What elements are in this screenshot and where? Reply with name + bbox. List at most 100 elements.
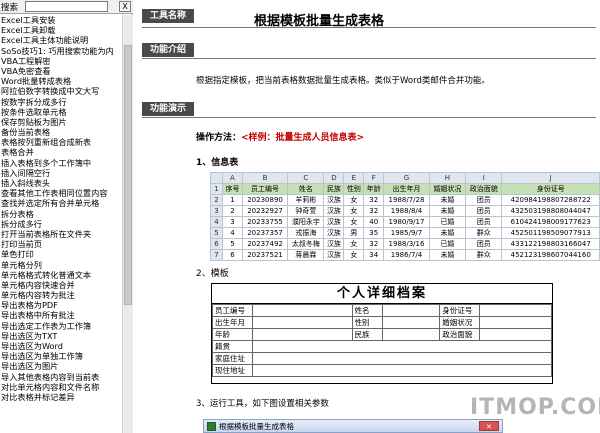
sidebar-item[interactable]: 拆分表格 <box>0 209 122 219</box>
form-label: 年龄 <box>212 328 253 341</box>
sidebar-item[interactable]: 阿拉伯数字转换成中文大写 <box>0 86 122 96</box>
table-cell: 女 <box>343 215 365 228</box>
sidebar-item[interactable]: 导出选区为Word <box>0 341 122 351</box>
excel-icon <box>207 422 216 431</box>
sidebar-item[interactable]: 打印当前页 <box>0 239 122 249</box>
sidebar-item[interactable]: 单元格格式转化普通文本 <box>0 270 122 280</box>
sidebar-item[interactable]: Word批量转成表格 <box>0 76 122 86</box>
table-cell: 团员 <box>465 237 503 250</box>
sidebar-item[interactable]: 导出选定工作表为工作簿 <box>0 321 122 331</box>
sidebar-item[interactable]: 单元格内容快速合并 <box>0 280 122 290</box>
info-spreadsheet: A B C D E F G H I J 1 序号 员工编号 姓名 民族 性别 年龄 出生年月 婚姻状况 政治面貌 身份证… <box>210 172 600 261</box>
sidebar-item[interactable]: 导出选区为图片 <box>0 361 122 371</box>
sidebar-item[interactable]: 导出表格中所有批注 <box>0 310 122 320</box>
clear-search-button[interactable]: X <box>119 1 131 12</box>
divider <box>142 27 596 28</box>
table-cell: 32 <box>363 193 385 206</box>
sidebar-item[interactable]: VBA免密查看 <box>0 66 122 76</box>
sidebar-item[interactable]: Excel工具卸载 <box>0 25 122 35</box>
row-number: 4 <box>210 215 223 228</box>
table-cell: 40 <box>363 215 385 228</box>
table-cell: 汉族 <box>323 248 345 261</box>
table-row: 2 1 20230890 羊莉彬 汉族女 32 1988/7/28 未婚 团员 420984198… <box>210 193 600 206</box>
sidebar-item[interactable]: SoSo技巧1: 巧用搜索功能为内 <box>0 46 122 56</box>
column-letter: E <box>343 172 365 184</box>
divider <box>142 117 596 118</box>
table-cell: 汉族 <box>323 204 345 217</box>
sidebar-item[interactable]: 按数字拆分成多行 <box>0 97 122 107</box>
table-cell: 汉族 <box>323 237 345 250</box>
table-cell: 戎振海 <box>287 226 325 239</box>
dialog-title: 根据模板批量生成表格 <box>219 422 294 431</box>
table-cell: 452501198509077913 <box>501 226 600 239</box>
table-cell: 汉族 <box>323 193 345 206</box>
column-letter: J <box>501 172 600 184</box>
form-label: 婚姻状况 <box>439 316 481 329</box>
sidebar-item[interactable]: 表格合并 <box>0 147 122 157</box>
sidebar-item[interactable]: VBA工程解密 <box>0 56 122 66</box>
sidebar-item[interactable]: 单色打印 <box>0 249 122 259</box>
form-cell <box>251 304 353 317</box>
search-input[interactable] <box>25 1 108 12</box>
column-header: 婚姻状况 <box>428 182 467 195</box>
table-cell: 汉族 <box>323 226 345 239</box>
sidebar-item[interactable]: 导出选区为单独工作簿 <box>0 351 122 361</box>
table-cell: 女 <box>343 204 365 217</box>
column-letter: H <box>428 172 467 184</box>
table-cell: 未婚 <box>428 193 467 206</box>
form-cell <box>381 316 441 329</box>
template-form: 个人详细档案 员工编号 姓名 身份证号 出生年月 性别 婚姻状况 年龄 民族 政… <box>211 283 553 384</box>
sidebar-scrollbar[interactable] <box>122 15 133 433</box>
form-cell <box>381 304 441 317</box>
row-number: 3 <box>210 204 223 217</box>
sidebar-item[interactable]: 查找并选定所有合并单元格 <box>0 198 122 208</box>
table-cell: 女 <box>343 237 365 250</box>
column-header-row: ABCDEFGHIJ <box>210 172 600 184</box>
sidebar-item[interactable]: Excel工具安装 <box>0 15 122 25</box>
table-cell: 男 <box>343 226 365 239</box>
sidebar-item[interactable]: 按条件选取单元格 <box>0 107 122 117</box>
table-cell: 2 <box>222 204 243 217</box>
sidebar-item[interactable]: 插入表格到多个工作簿中 <box>0 158 122 168</box>
sidebar-item[interactable]: 保存剪贴板为图片 <box>0 117 122 127</box>
sidebar-item[interactable]: 单元格内容转为批注 <box>0 290 122 300</box>
row-number: 2 <box>210 193 223 206</box>
table-row: 5 4 20237357 戎振海 汉族男 35 1985/9/7 未婚 群众 4525011985… <box>210 226 600 239</box>
row-number: 6 <box>210 237 223 250</box>
column-header: 民族 <box>323 182 345 195</box>
column-letter: A <box>222 172 243 184</box>
column-header: 年龄 <box>363 182 385 195</box>
sidebar-item[interactable]: 导出选区为TXT <box>0 331 122 341</box>
sidebar-item[interactable]: 对比单元格内容和文件名称 <box>0 382 122 392</box>
sidebar-item[interactable]: 备份当前表格 <box>0 127 122 137</box>
sidebar-item[interactable]: 导出表格为PDF <box>0 300 122 310</box>
scrollbar-thumb[interactable] <box>124 45 132 305</box>
sidebar-item[interactable]: 单元格分列 <box>0 260 122 270</box>
sidebar-item[interactable]: 拆分成多行 <box>0 219 122 229</box>
sidebar-item[interactable]: 插入间隔空行 <box>0 168 122 178</box>
sidebar-item[interactable]: 表格按列重新组合成新表 <box>0 137 122 147</box>
form-label: 员工编号 <box>212 304 253 317</box>
corner-cell <box>210 172 223 184</box>
table-cell: 羊莉彬 <box>287 193 325 206</box>
table-row: 3 2 20232927 钟奇萱 汉族女 32 1988/8/4 未婚 团员 4325031988… <box>210 204 600 217</box>
sidebar-item[interactable]: 插入斜线表头 <box>0 178 122 188</box>
dialog-close-button[interactable]: ✕ <box>479 421 499 431</box>
column-header: 出生年月 <box>383 182 430 195</box>
column-header: 性别 <box>343 182 365 195</box>
column-header: 政治面貌 <box>465 182 503 195</box>
table-cell: 钟奇萱 <box>287 204 325 217</box>
form-label: 现住地址 <box>212 364 253 377</box>
op-method-label: 操作方法： <box>196 133 242 143</box>
tool-list: Excel工具安装 Excel工具卸载 Excel工具主体功能说明 SoSo技巧1: … <box>0 15 122 433</box>
table-cell: 3 <box>222 215 243 228</box>
tool-name-tab: 工具名称 <box>142 9 194 23</box>
sidebar-item[interactable]: 导入其他表格内容到当前表 <box>0 372 122 382</box>
sidebar-item[interactable]: Excel工具主体功能说明 <box>0 35 122 45</box>
column-letter: B <box>241 172 289 184</box>
sidebar-item[interactable]: 打开当前表格所在文件夹 <box>0 229 122 239</box>
table-cell: 1988/8/4 <box>383 204 430 217</box>
table-cell: 太叔冬梅 <box>287 237 325 250</box>
sidebar-item[interactable]: 对比表格并标记差异 <box>0 392 122 402</box>
sidebar-item[interactable]: 查看其他工作表相同位置内容 <box>0 188 122 198</box>
